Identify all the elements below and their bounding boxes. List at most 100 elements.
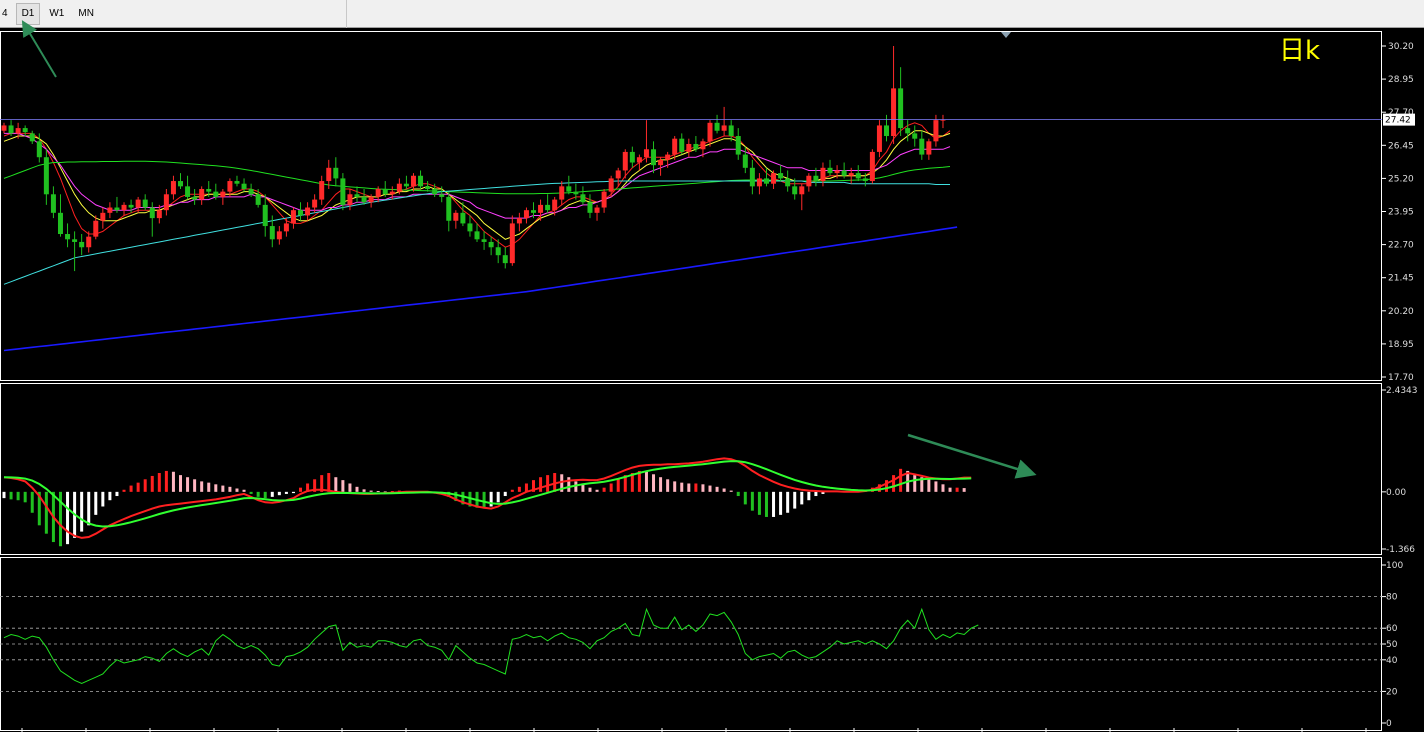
candle-body — [227, 181, 233, 192]
candle — [636, 154, 642, 171]
macd-bar — [179, 475, 182, 492]
macd-bar — [701, 484, 705, 492]
macd-bar — [284, 491, 288, 494]
macd-bar — [729, 490, 733, 492]
candle-body — [594, 207, 600, 213]
candle-body — [488, 241, 494, 248]
macd-bar — [30, 491, 34, 513]
candle-body — [587, 202, 593, 213]
candle — [651, 141, 657, 174]
candle — [255, 188, 261, 208]
rsi-tick-label: 100 — [1386, 561, 1403, 571]
candle — [100, 207, 106, 229]
macd-bar — [764, 491, 768, 517]
candle — [333, 157, 339, 187]
candle — [354, 186, 360, 203]
candle — [86, 231, 92, 253]
macd-bar — [44, 491, 48, 534]
price-tick-label: 28.95 — [1388, 75, 1414, 85]
candle — [721, 106, 727, 137]
candle — [467, 215, 473, 237]
macd-bar — [228, 486, 232, 492]
candle — [340, 173, 346, 211]
candle — [79, 234, 85, 256]
price-tick-label: 23.95 — [1388, 208, 1414, 218]
macd-bar — [962, 488, 966, 492]
candle — [474, 223, 480, 242]
candle-body — [340, 178, 346, 205]
candle — [298, 202, 304, 221]
rsi-axis: 100 80 60 50 40 20 0 — [0, 561, 1403, 732]
candle — [121, 202, 127, 216]
candle — [792, 178, 798, 200]
macd-bar — [362, 489, 366, 492]
candle — [940, 114, 946, 129]
candle-body — [29, 133, 35, 142]
candle — [481, 231, 487, 250]
candle-body — [580, 194, 586, 203]
candle-body — [665, 154, 671, 160]
candle-body — [891, 88, 897, 137]
candle — [876, 120, 882, 158]
macd-bar — [602, 487, 606, 492]
candle-body — [305, 207, 311, 216]
candle — [1, 122, 7, 134]
candle-body — [192, 196, 198, 200]
macd-bar — [503, 491, 507, 497]
candle-body — [248, 188, 254, 195]
candle-body — [792, 186, 798, 195]
shift-marker-icon — [1001, 32, 1011, 38]
chart-canvas[interactable]: 30.2028.9527.7026.4525.2023.9522.7021.45… — [0, 0, 1424, 732]
macd-bar — [779, 491, 783, 515]
moving-average-lines — [3, 122, 958, 352]
price-tick-label: 20.20 — [1388, 307, 1414, 317]
macd-panel-frame — [0, 383, 1382, 555]
candle — [756, 173, 762, 195]
candle — [855, 165, 861, 182]
macd-bar — [9, 491, 13, 500]
candle-body — [559, 186, 565, 200]
candlestick-series — [1, 46, 946, 272]
macd-bar — [807, 491, 811, 501]
candle — [502, 247, 508, 269]
candle-body — [178, 181, 183, 187]
candle-body — [841, 170, 847, 176]
macd-lines — [3, 457, 972, 539]
candle — [107, 202, 113, 219]
candle — [290, 207, 296, 229]
candle-body — [714, 122, 720, 131]
macd-bar — [94, 491, 98, 515]
price-tick-label: 17.70 — [1388, 373, 1414, 383]
macd-bar — [941, 484, 945, 492]
candle — [453, 210, 459, 229]
candle-body — [531, 210, 536, 213]
candle-body — [22, 128, 28, 133]
macd-bar — [256, 491, 260, 497]
candle-body — [467, 223, 473, 232]
macd-bar — [913, 475, 917, 492]
candle — [425, 181, 431, 192]
candle-body — [778, 173, 784, 179]
candle-body — [86, 236, 92, 248]
candle-body — [410, 175, 416, 187]
candle — [735, 128, 741, 160]
macd-bar — [892, 475, 896, 492]
candle-body — [862, 178, 868, 182]
candle-body — [220, 191, 226, 197]
candle-body — [806, 175, 812, 187]
candle-body — [876, 125, 882, 152]
macd-bar — [157, 473, 161, 492]
candle-body — [721, 125, 727, 131]
candle-body — [495, 247, 501, 256]
macd-bar — [122, 489, 126, 492]
macd-bar — [348, 483, 352, 492]
candle — [869, 149, 875, 184]
candle-body — [813, 175, 819, 182]
macd-line — [3, 457, 972, 539]
candle-body — [100, 212, 106, 221]
candle-body — [347, 194, 353, 205]
macd-bar — [694, 483, 698, 492]
macd-bar — [616, 479, 620, 492]
macd-bar — [376, 491, 380, 493]
candle — [22, 125, 28, 137]
